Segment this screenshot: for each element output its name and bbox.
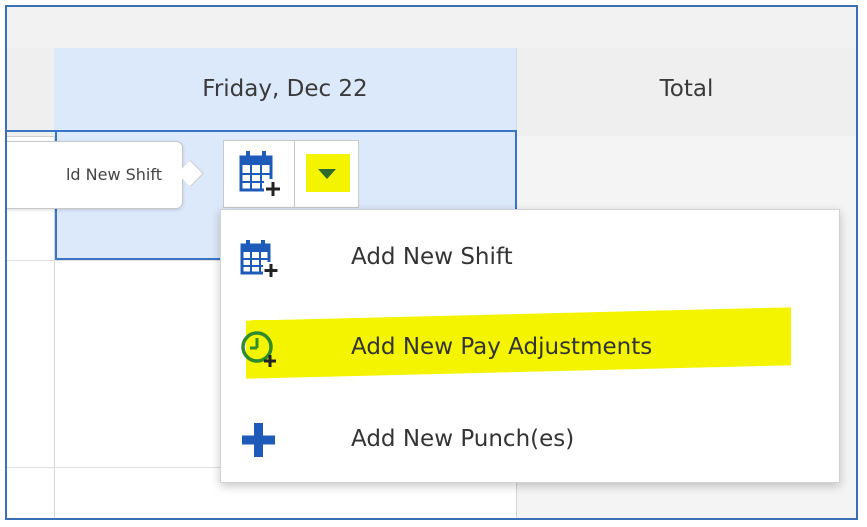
top-band xyxy=(7,7,856,49)
add-shift-button[interactable] xyxy=(223,140,295,208)
day-column-label: Friday, Dec 22 xyxy=(202,76,368,102)
app-frame: Friday, Dec 22 Total ld New Shift Add Ne… xyxy=(5,5,858,520)
clock-plus-icon xyxy=(241,331,276,367)
menu-item-label: Add New Punch(es) xyxy=(351,426,575,452)
menu-item-label: Add New Shift xyxy=(351,244,513,270)
calendar-plus-icon xyxy=(240,240,279,278)
header-total-cell: Total xyxy=(517,48,856,137)
timecard-header-row: Friday, Dec 22 Total xyxy=(7,48,856,137)
header-left-cell xyxy=(7,48,55,137)
calendar-plus-icon xyxy=(239,151,282,197)
add-shift-tooltip: ld New Shift xyxy=(7,141,183,209)
caret-down-icon xyxy=(318,169,336,179)
actions-dropdown-button[interactable] xyxy=(295,140,359,208)
menu-item-add-new-pay-adjustments[interactable]: Add New Pay Adjustments xyxy=(221,304,839,394)
menu-item-add-new-punches[interactable]: Add New Punch(es) xyxy=(221,396,839,486)
menu-item-label: Add New Pay Adjustments xyxy=(351,334,653,360)
menu-item-add-new-shift[interactable]: Add New Shift xyxy=(221,214,839,304)
add-actions-menu: Add New Shift Add New Pay Adjustments Ad… xyxy=(220,209,840,483)
header-day-cell[interactable]: Friday, Dec 22 xyxy=(54,48,517,137)
total-column-label: Total xyxy=(659,76,714,102)
row-indicator xyxy=(7,130,55,132)
plus-icon xyxy=(242,423,275,457)
tooltip-text: ld New Shift xyxy=(65,165,162,184)
